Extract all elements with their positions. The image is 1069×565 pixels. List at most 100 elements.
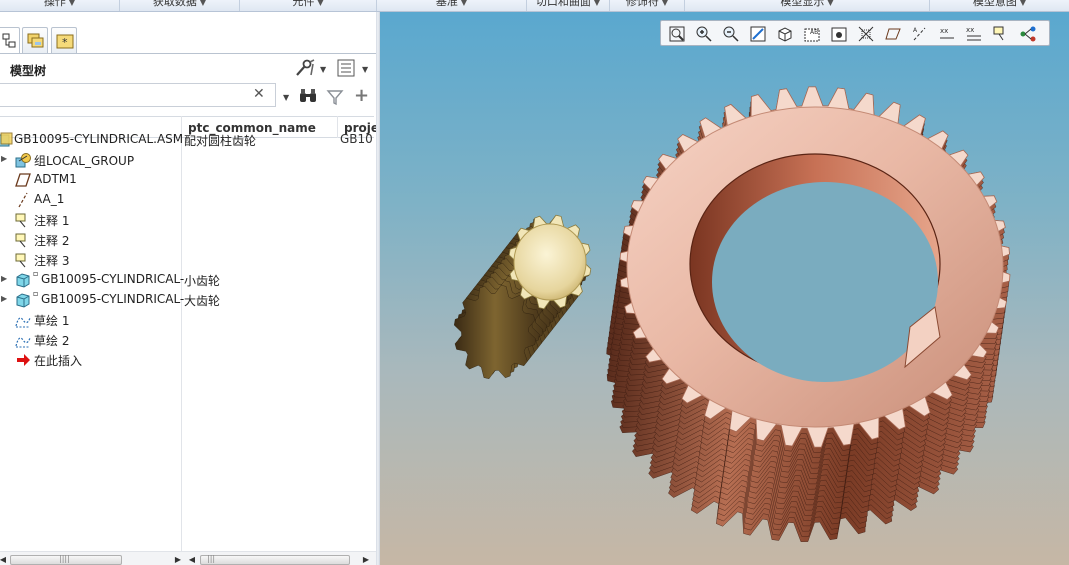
tree-row[interactable]: 草绘 1: [0, 310, 374, 330]
annotation-icon: [15, 253, 26, 268]
ribbon-group-modifiers[interactable]: 修饰符 ▼: [610, 0, 685, 11]
tab-folder-browser[interactable]: [22, 27, 48, 53]
chevron-down-icon: ▼: [199, 0, 207, 7]
datum-axis-icon: [18, 192, 28, 208]
pinion-face: [513, 223, 587, 301]
datum-plane-icon: [15, 173, 31, 187]
ribbon-group-label: 切口和曲面: [535, 0, 591, 8]
display-style-button[interactable]: [775, 24, 795, 44]
tree-row[interactable]: ▶ ▫ GB10095-CYLINDRICAL- 大齿轮: [0, 289, 374, 310]
expand-arrow-icon[interactable]: ▶: [1, 294, 7, 303]
ribbon-group-operations[interactable]: 操作 ▼: [0, 0, 120, 11]
ribbon-group-bar: 操作 ▼ 获取数据 ▼ 元件 ▼ 基准 ▼ 切口和曲面 ▼ 修饰符 ▼ 模型显示 ▼ 模型意图…: [0, 0, 1069, 12]
tree-row[interactable]: AA_1: [0, 190, 374, 210]
ribbon-group-cut-surface[interactable]: 切口和曲面 ▼: [527, 0, 610, 11]
datum-planes-display-button[interactable]: [883, 24, 903, 44]
zoom-out-icon: [723, 26, 739, 42]
annotation-display-button[interactable]: [991, 24, 1011, 44]
expand-arrow-icon[interactable]: ▶: [1, 154, 7, 163]
tree-row[interactable]: GB10095-CYLINDRICAL.ASM 配对圆柱齿轮 GB10: [0, 130, 374, 150]
point-display-button[interactable]: xx: [937, 24, 957, 44]
ribbon-group-get-data[interactable]: 获取数据 ▼: [120, 0, 240, 11]
tree-item-label: GB10095-CYLINDRICAL-: [41, 272, 185, 286]
datum-axes-display-button[interactable]: A: [910, 24, 930, 44]
refit-button[interactable]: [667, 24, 687, 44]
datum-axes-display-icon: A: [913, 27, 926, 41]
scrollbar-thumb[interactable]: |||: [200, 554, 350, 565]
saved-views-button[interactable]: AB: [802, 24, 822, 44]
tree-row[interactable]: 草绘 2: [0, 330, 374, 350]
datum-planes-display-icon: [885, 28, 901, 40]
find-binoculars-icon[interactable]: [298, 87, 318, 105]
add-column-plus-icon[interactable]: +: [354, 85, 369, 106]
tree-horizontal-scrollbar[interactable]: ◀ |||| ▶ ◀ ||| ▶: [0, 551, 376, 565]
repaint-button[interactable]: [748, 24, 768, 44]
tree-show-button[interactable]: [336, 58, 358, 78]
tree-item-common-name: 小齿轮: [184, 274, 221, 288]
tree-row[interactable]: ▶ 组LOCAL_GROUP: [0, 150, 374, 170]
tree-item-label: 在此插入: [34, 354, 83, 368]
tree-settings-button[interactable]: [294, 58, 316, 78]
creo-window: 操作 ▼ 获取数据 ▼ 元件 ▼ 基准 ▼ 切口和曲面 ▼ 修饰符 ▼ 模型显示 ▼ 模型意图…: [0, 0, 1069, 565]
ribbon-group-model-display[interactable]: 模型显示 ▼: [685, 0, 930, 11]
perspective-button[interactable]: [856, 24, 876, 44]
csys-display-button[interactable]: xx: [964, 24, 984, 44]
ribbon-group-model-intent[interactable]: 模型意图 ▼: [930, 0, 1069, 11]
zoom-in-button[interactable]: [694, 24, 714, 44]
repaint-icon: [750, 26, 766, 42]
model-tree-title: 模型树: [10, 64, 47, 78]
view-manager-icon: [831, 27, 847, 42]
tree-item-label: GB10095-CYLINDRICAL.ASM: [14, 132, 184, 146]
ribbon-group-label: 操作: [43, 0, 66, 8]
tree-row[interactable]: 注释 2: [0, 230, 374, 250]
ribbon-group-label: 元件: [292, 0, 315, 8]
tab-divider: [0, 53, 376, 54]
gear-assembly-model[interactable]: [380, 12, 1069, 565]
annotation-icon: [15, 233, 26, 248]
favorites-folder-icon: *: [56, 34, 74, 49]
chevron-down-icon: ▼: [1019, 0, 1027, 7]
spin-center-button[interactable]: [1018, 24, 1038, 44]
tab-model-tree[interactable]: [0, 27, 20, 53]
insert-here-arrow-icon: [17, 354, 30, 366]
tree-row[interactable]: 在此插入: [0, 350, 374, 370]
scroll-right-arrow-icon[interactable]: ▶: [172, 554, 184, 565]
zoom-out-button[interactable]: [721, 24, 741, 44]
tree-item-label: 组LOCAL_GROUP: [34, 154, 135, 168]
tree-item-label: 草绘 2: [34, 334, 70, 348]
scroll-left-arrow-icon[interactable]: ◀: [0, 554, 9, 565]
tree-row[interactable]: ▶ ▫ GB10095-CYLINDRICAL- 小齿轮: [0, 269, 374, 290]
svg-text:xx: xx: [966, 26, 974, 34]
ribbon-group-datum[interactable]: 基准 ▼: [377, 0, 527, 11]
ribbon-group-label: 模型显示: [780, 0, 825, 8]
close-icon[interactable]: ✕: [253, 86, 265, 102]
view-manager-button[interactable]: [829, 24, 849, 44]
scrollbar-thumb[interactable]: ||||: [10, 554, 122, 565]
chevron-down-icon[interactable]: ▼: [283, 93, 289, 102]
tree-search-input[interactable]: [0, 83, 276, 107]
spin-center-icon: [1020, 26, 1036, 42]
chevron-down-icon[interactable]: ▼: [362, 65, 368, 74]
scroll-right-arrow-icon[interactable]: ▶: [360, 554, 372, 565]
expand-arrow-icon[interactable]: ▶: [1, 274, 7, 283]
tree-row[interactable]: 注释 3: [0, 250, 374, 270]
ribbon-group-component[interactable]: 元件 ▼: [240, 0, 377, 11]
chevron-down-icon: ▼: [460, 0, 468, 7]
svg-text:xx: xx: [940, 27, 948, 35]
tab-favorites[interactable]: *: [51, 27, 77, 53]
perspective-icon: [858, 26, 874, 42]
pinion-tooth-layer: [453, 284, 537, 380]
filter-icon[interactable]: [326, 88, 344, 106]
graphics-window[interactable]: AB Axx xx: [380, 12, 1069, 565]
chevron-down-icon[interactable]: ▼: [320, 65, 326, 74]
tree-item-label: ADTM1: [34, 172, 77, 186]
tree-row[interactable]: 注释 1: [0, 210, 374, 230]
scroll-left-arrow-icon[interactable]: ◀: [186, 554, 198, 565]
assembly-icon: [0, 132, 13, 147]
tree-row[interactable]: ADTM1: [0, 170, 374, 190]
annotation-icon: [15, 213, 26, 228]
marker-icon: ▫: [33, 289, 39, 298]
tree-item-label: 注释 2: [34, 234, 70, 248]
list-icon: [337, 59, 355, 77]
model-tree-icon: [2, 33, 16, 48]
